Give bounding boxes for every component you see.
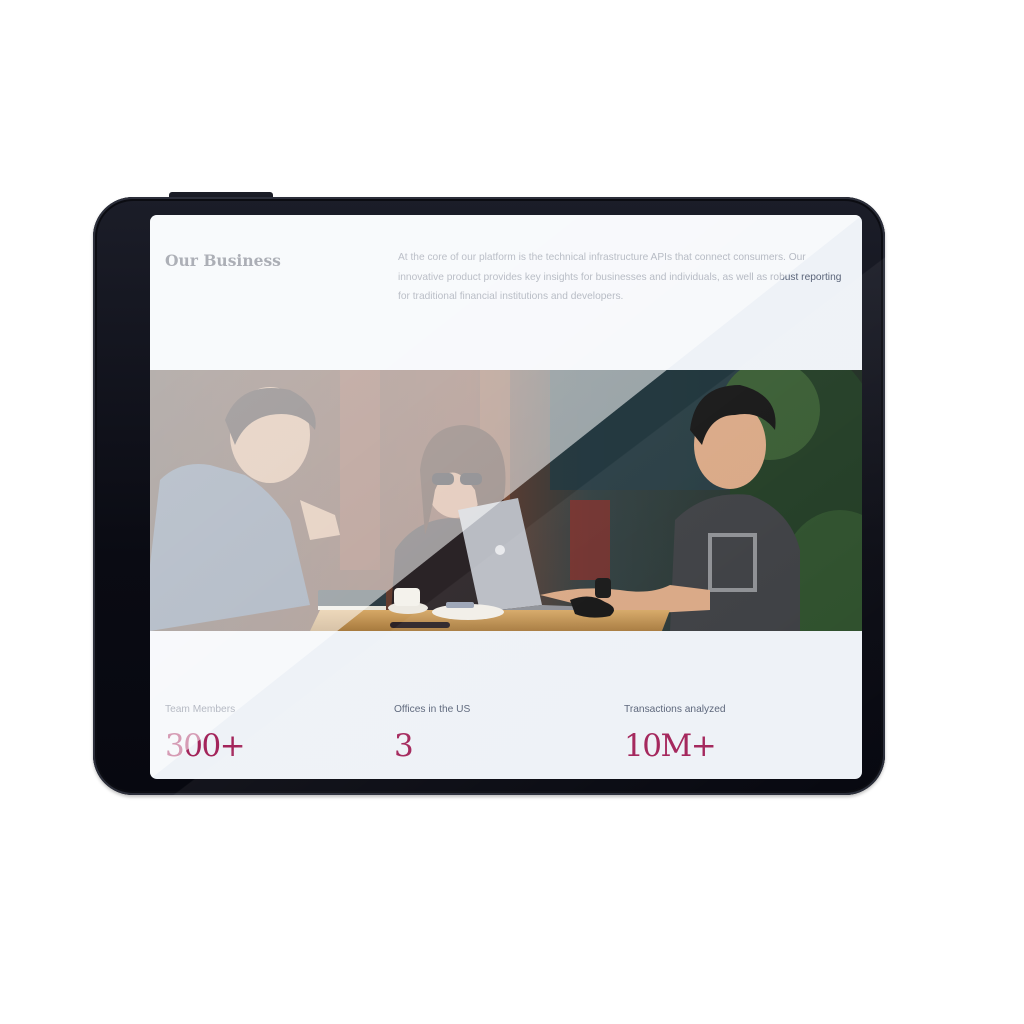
team-photo [150, 370, 862, 631]
section-description: At the core of our platform is the techn… [398, 252, 842, 302]
tablet-screen: Our Business At the core of our platform… [150, 215, 862, 779]
stat-offices: Offices in the US 3 [394, 704, 470, 763]
stat-value: 300+ [165, 728, 246, 764]
stat-label: Team Members [165, 704, 236, 715]
stat-label: Transactions analyzed [624, 704, 726, 715]
section-title: Our Business [165, 251, 281, 270]
stat-label: Offices in the US [394, 704, 471, 715]
stat-value: 10M+ [624, 728, 717, 764]
stat-value: 3 [394, 728, 414, 764]
stat-team-members: Team Members 300+ [165, 704, 246, 764]
team-photo-illustration [150, 370, 862, 631]
stat-transactions: Transactions analyzed 10M+ [624, 704, 726, 763]
